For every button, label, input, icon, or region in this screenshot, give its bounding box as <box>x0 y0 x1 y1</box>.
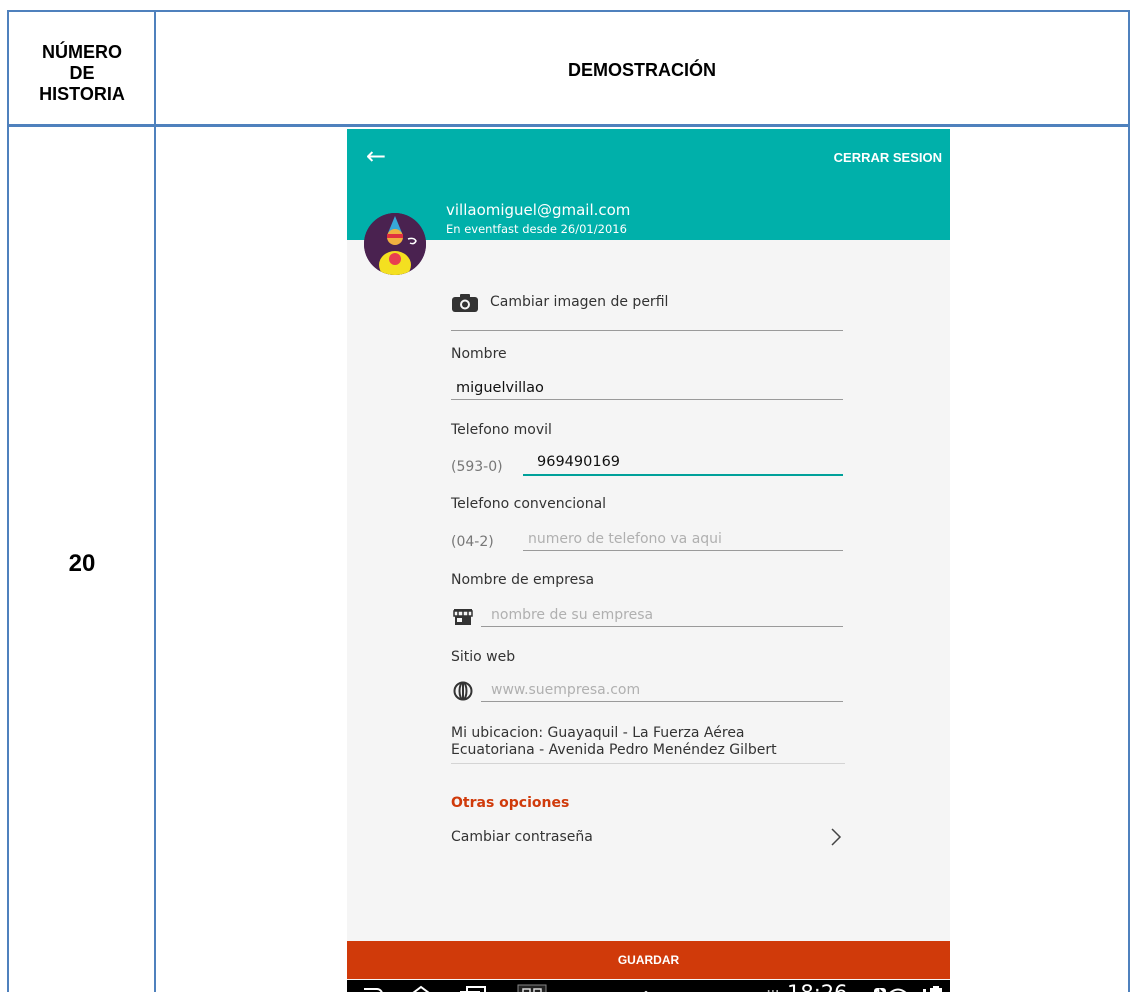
camera-icon[interactable] <box>451 293 479 313</box>
user-email: villaomiguel@gmail.com <box>446 201 631 219</box>
arrow-left-icon[interactable]: ← <box>366 142 386 170</box>
name-label: Nombre <box>451 346 507 362</box>
landline-underline <box>523 550 843 551</box>
table-left-border <box>7 10 9 992</box>
avatar[interactable] <box>364 213 426 275</box>
chevron-right-icon[interactable] <box>829 826 843 848</box>
save-button[interactable]: GUARDAR <box>347 941 950 979</box>
back-icon[interactable] <box>355 986 383 992</box>
header-demonstration: DEMOSTRACIÓN <box>568 60 716 80</box>
name-input[interactable]: miguelvillao <box>456 380 544 396</box>
header-line-1: NÚMERO <box>42 42 122 62</box>
globe-icon <box>453 681 473 701</box>
recent-apps-icon[interactable] <box>459 985 487 992</box>
change-password-link[interactable]: Cambiar contraseña <box>451 829 593 845</box>
system-nav-bar: Ψ 18:26 <box>347 980 950 992</box>
other-options-heading: Otras opciones <box>451 795 570 811</box>
bluetooth-icon <box>874 988 886 992</box>
mobile-label: Telefono movil <box>451 422 552 438</box>
website-underline <box>481 701 843 702</box>
home-icon[interactable] <box>407 985 435 992</box>
mobile-input[interactable]: 969490169 <box>537 454 620 470</box>
store-icon <box>453 609 473 625</box>
location-line-2: Ecuatoriana - Avenida Pedro Menéndez Gil… <box>451 742 777 758</box>
divider <box>451 330 843 331</box>
signal-icon <box>923 989 926 992</box>
change-photo-link[interactable]: Cambiar imagen de perfil <box>490 294 668 310</box>
website-input[interactable]: www.suempresa.com <box>491 682 640 698</box>
location-line-1: Mi ubicacion: Guayaquil - La Fuerza Aére… <box>451 725 745 741</box>
landline-input[interactable]: numero de telefono va aqui <box>528 531 722 547</box>
mobile-prefix: (593-0) <box>451 459 503 475</box>
location-divider <box>451 763 845 764</box>
company-label: Nombre de empresa <box>451 572 595 588</box>
company-input[interactable]: nombre de su empresa <box>491 607 653 623</box>
logout-button[interactable]: CERRAR SESION <box>834 150 942 165</box>
app-bar <box>347 129 950 240</box>
header-story-number: NÚMERO DE HISTORIA <box>10 42 154 105</box>
chevron-up-icon[interactable] <box>633 988 659 992</box>
story-number: 20 <box>68 550 96 577</box>
app-screenshot: ← CERRAR SESION villaomiguel@gmail.com E… <box>347 129 950 992</box>
status-clock: 18:26 <box>787 981 848 992</box>
battery-icon <box>930 986 942 992</box>
screenshot-icon[interactable] <box>517 984 547 992</box>
table-header-divider <box>7 124 1130 127</box>
table-top-border <box>7 10 1130 12</box>
company-underline <box>481 626 843 627</box>
usb-icon: Ψ <box>767 986 779 992</box>
mobile-underline <box>523 474 843 476</box>
landline-prefix: (04-2) <box>451 534 494 550</box>
header-line-3: HISTORIA <box>39 84 125 104</box>
landline-label: Telefono convencional <box>451 496 607 512</box>
table-column-divider <box>154 10 156 992</box>
name-underline <box>451 399 843 400</box>
wifi-icon <box>889 988 907 992</box>
website-label: Sitio web <box>451 649 516 665</box>
header-line-2: DE <box>69 63 95 83</box>
member-since: En eventfast desde 26/01/2016 <box>446 222 627 236</box>
